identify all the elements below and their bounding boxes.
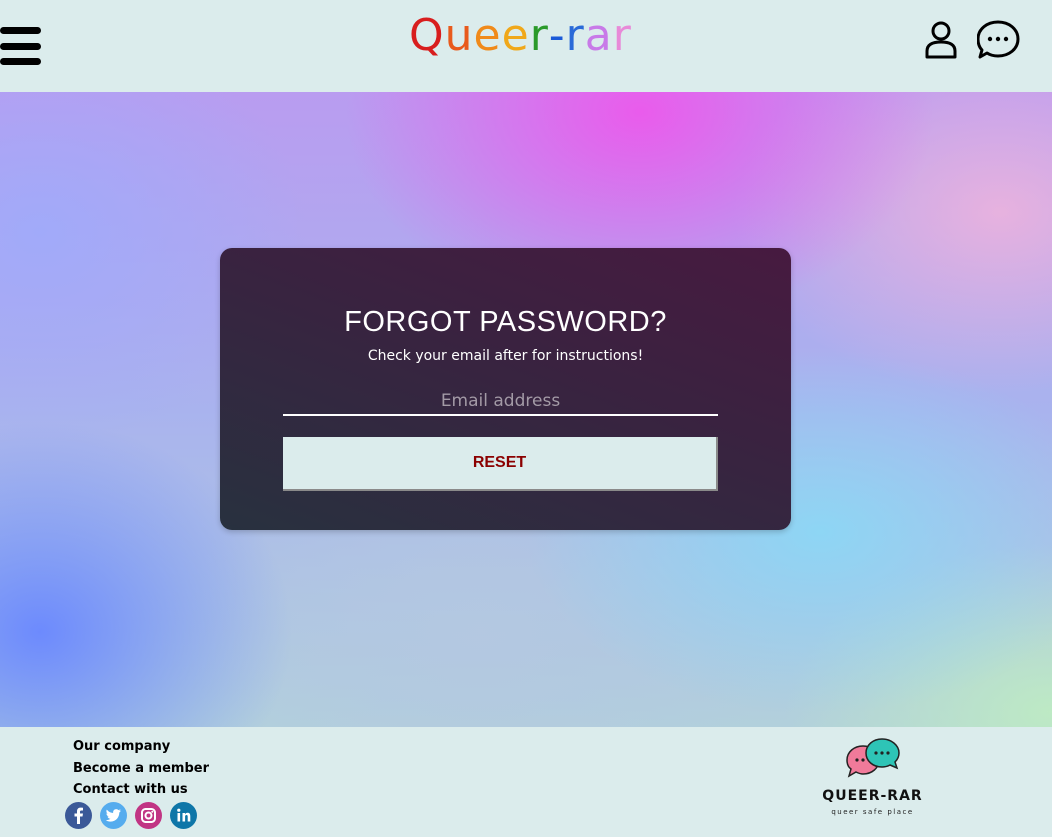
footer-links: Our company Become a member Contact with…: [73, 736, 209, 801]
twitter-icon[interactable]: [100, 802, 127, 829]
site-header: Queer-rar: [0, 0, 1052, 92]
logo-letter: a: [584, 10, 613, 61]
logo-letter: Q: [409, 10, 445, 61]
facebook-icon[interactable]: [65, 802, 92, 829]
linkedin-icon[interactable]: [170, 802, 197, 829]
hero-background: FORGOT PASSWORD? Check your email after …: [0, 92, 1052, 727]
card-title: FORGOT PASSWORD?: [344, 306, 667, 338]
footer-link-become-member[interactable]: Become a member: [73, 758, 209, 780]
card-subtitle: Check your email after for instructions!: [367, 348, 644, 364]
forgot-password-card: FORGOT PASSWORD? Check your email after …: [220, 248, 791, 530]
user-icon[interactable]: [923, 20, 959, 60]
logo-letter: -: [548, 10, 566, 61]
footer-link-contact[interactable]: Contact with us: [73, 779, 209, 801]
hamburger-menu-icon[interactable]: [0, 27, 42, 67]
logo-letter: u: [444, 10, 474, 61]
chat-bubble-icon[interactable]: [976, 19, 1021, 61]
brand-name: QUEER-RAR: [822, 788, 923, 804]
footer-link-our-company[interactable]: Our company: [73, 736, 209, 758]
site-logo[interactable]: Queer-rar: [409, 14, 632, 58]
logo-letter: e: [501, 10, 530, 61]
brand-tagline: queer safe place: [831, 808, 914, 816]
reset-button[interactable]: RESET: [283, 437, 718, 491]
logo-letter: r: [529, 10, 549, 61]
brand-logo-icon: [845, 738, 901, 780]
logo-letter: r: [612, 10, 632, 61]
instagram-icon[interactable]: [135, 802, 162, 829]
site-footer: Our company Become a member Contact with…: [0, 727, 1052, 837]
logo-letter: r: [565, 10, 585, 61]
logo-letter: e: [473, 10, 502, 61]
email-input[interactable]: [283, 388, 718, 416]
